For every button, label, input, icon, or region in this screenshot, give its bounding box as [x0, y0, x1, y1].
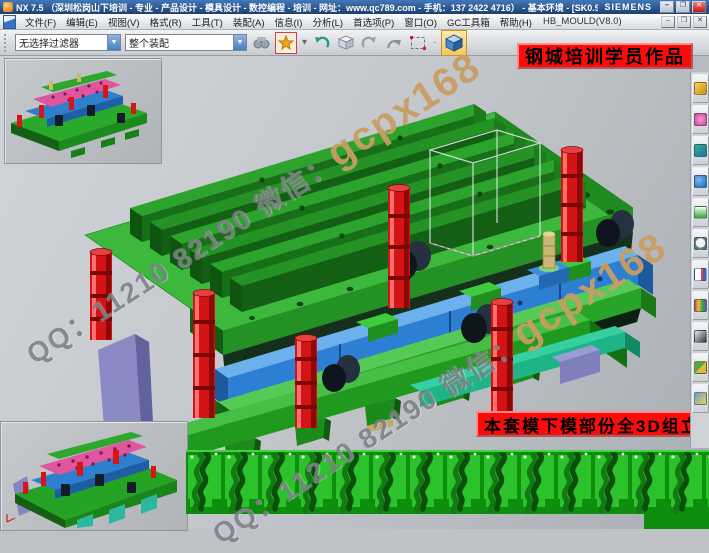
toolbar-separator: ·: [433, 37, 436, 48]
rectangle-select-icon[interactable]: [408, 33, 428, 53]
erase-box-icon[interactable]: [336, 33, 356, 53]
training-banner-text: 钢城培训学员作品: [525, 43, 685, 69]
minimize-button[interactable]: –: [660, 1, 674, 13]
menu-edit[interactable]: 编辑(E): [61, 15, 103, 29]
binoculars-icon[interactable]: [251, 33, 271, 53]
view-cube-icon[interactable]: [441, 30, 467, 56]
menu-view[interactable]: 视图(V): [103, 15, 145, 29]
menu-file[interactable]: 文件(F): [20, 15, 61, 29]
menu-help[interactable]: 帮助(H): [495, 15, 537, 29]
assembly-banner-text: 本套模下模部份全3D组立图: [484, 412, 709, 437]
selection-tools-icon[interactable]: [692, 322, 709, 351]
thumbnail-bottom-left-model: [1, 422, 185, 528]
module-label: HB_MOULD(V8.0): [543, 16, 622, 27]
doc-close-button[interactable]: ✕: [693, 16, 707, 28]
menu-tools[interactable]: 工具(T): [187, 15, 228, 29]
menu-window[interactable]: 窗口(O): [399, 15, 442, 29]
menu-gc-toolbox[interactable]: GC工具箱: [442, 15, 495, 29]
menu-bar: 文件(F) 编辑(E) 视图(V) 格式(R) 工具(T) 装配(A) 信息(I…: [0, 14, 709, 30]
visualization-icon[interactable]: [692, 291, 709, 320]
toolbar-grip[interactable]: [4, 34, 9, 52]
scope-combo[interactable]: 整个装配 ▼: [125, 34, 247, 51]
menu-information[interactable]: 信息(I): [270, 15, 308, 29]
menu-format[interactable]: 格式(R): [144, 15, 186, 29]
nx-app-icon: [3, 2, 13, 12]
doc-minimize-button[interactable]: –: [661, 16, 675, 28]
menu-assemblies[interactable]: 装配(A): [228, 15, 270, 29]
assembly-navigator-icon[interactable]: [692, 74, 709, 103]
restore-button[interactable]: ❐: [676, 1, 690, 13]
bend-arrow-icon[interactable]: [384, 33, 404, 53]
menu-analysis[interactable]: 分析(L): [307, 15, 348, 29]
thumbnail-top-left-model: [5, 59, 159, 161]
strip-layout-row: [186, 449, 709, 529]
type-filter-combo[interactable]: 无选择过滤器 ▼: [15, 34, 121, 51]
type-filter-value: 无选择过滤器: [16, 35, 107, 50]
doc-restore-button[interactable]: ❐: [677, 16, 691, 28]
nx-application-window: { "window": { "app_title": "NX 7.5 （深圳松岗…: [0, 0, 709, 529]
part-document-icon: [3, 15, 16, 29]
reuse-library-icon[interactable]: [692, 198, 709, 227]
history-icon[interactable]: [692, 229, 709, 258]
thumbnail-top-left[interactable]: [4, 58, 162, 164]
title-bar: NX 7.5 （深圳松岗山下培训 - 专业 - 产品设计 - 模具设计 - 数控…: [0, 0, 709, 14]
chevron-down-icon[interactable]: ▼: [107, 35, 120, 50]
constraint-navigator-icon[interactable]: [692, 105, 709, 134]
chevron-down-icon[interactable]: ▼: [233, 35, 246, 50]
menu-preferences[interactable]: 首选项(P): [348, 15, 399, 29]
window-title: NX 7.5 （深圳松岗山下培训 - 专业 - 产品设计 - 模具设计 - 数控…: [16, 1, 598, 14]
image-capture-icon[interactable]: [692, 384, 709, 413]
part-navigator-icon[interactable]: [692, 136, 709, 165]
roles-icon[interactable]: [692, 353, 709, 382]
process-studio-icon[interactable]: [692, 260, 709, 289]
internet-browser-icon[interactable]: [692, 167, 709, 196]
resource-bar: [690, 72, 709, 448]
training-banner: 钢城培训学员作品: [517, 43, 693, 69]
assembly-banner: 本套模下模部份全3D组立图: [476, 411, 709, 437]
thumbnail-bottom-left[interactable]: [0, 421, 188, 531]
siemens-logo: SIEMENS: [604, 2, 652, 12]
close-button[interactable]: ✕: [692, 1, 706, 13]
dropdown-caret-icon[interactable]: ▾: [302, 37, 307, 48]
snap-point-icon[interactable]: [275, 32, 297, 54]
undo-icon[interactable]: [312, 33, 332, 53]
redo-icon[interactable]: [360, 33, 380, 53]
scope-value: 整个装配: [126, 35, 233, 50]
